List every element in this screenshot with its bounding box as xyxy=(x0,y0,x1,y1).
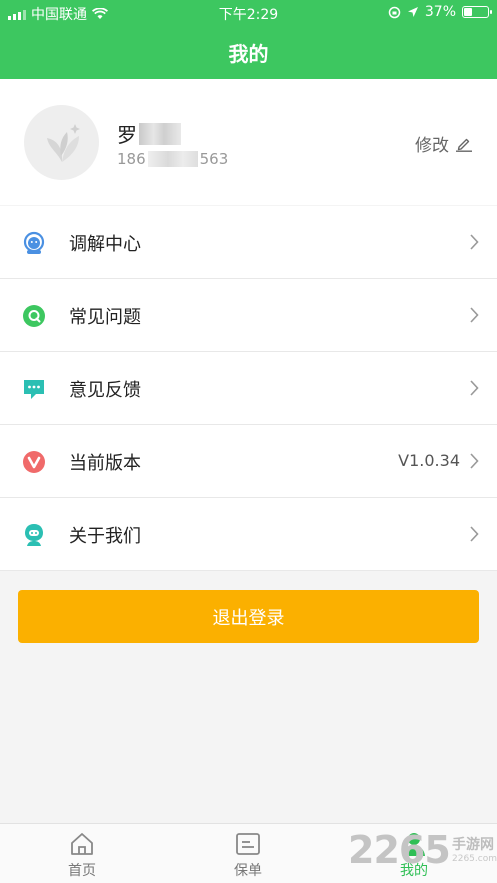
phone-mask xyxy=(147,151,198,167)
menu-item-current-version[interactable]: 当前版本 V1.0.34 xyxy=(0,425,497,498)
location-icon xyxy=(407,7,418,17)
battery-icon xyxy=(462,6,492,18)
question-icon xyxy=(23,305,45,327)
leaf-logo-icon xyxy=(46,123,80,162)
watermark-text: 手游网 xyxy=(452,837,494,853)
home-icon xyxy=(71,833,93,855)
menu-item-mediation-center[interactable]: 调解中心 xyxy=(0,206,497,279)
avatar[interactable] xyxy=(24,105,99,180)
settings-menu: 调解中心 常见问题 意见反馈 当前版本 V1.0.34 关于我们 xyxy=(0,206,497,571)
menu-item-about-us[interactable]: 关于我们 xyxy=(0,498,497,571)
name-mask xyxy=(139,122,181,145)
about-icon xyxy=(25,524,43,546)
edit-label: 修改 xyxy=(415,136,449,156)
battery-percent: 37% xyxy=(424,4,456,20)
watermark-url: 2265.com xyxy=(452,854,497,864)
feedback-icon xyxy=(24,380,44,399)
status-bar: 中国联通 下午2:29 37% xyxy=(0,0,497,26)
chevron-right-icon xyxy=(470,453,479,469)
user-phone: 186 563 xyxy=(117,150,229,168)
tab-policy[interactable]: 保单 xyxy=(208,832,288,880)
menu-item-label: 常见问题 xyxy=(69,307,141,328)
edit-profile-button[interactable]: 修改 xyxy=(415,131,473,156)
chevron-right-icon xyxy=(470,307,479,323)
menu-item-label: 关于我们 xyxy=(69,526,141,547)
tab-home[interactable]: 首页 xyxy=(42,832,122,880)
policy-icon xyxy=(236,833,260,855)
menu-item-faq[interactable]: 常见问题 xyxy=(0,279,497,352)
pencil-icon xyxy=(456,138,472,152)
page-title: 我的 xyxy=(228,42,269,66)
headset-icon xyxy=(23,231,45,254)
menu-item-label: 当前版本 xyxy=(69,453,141,474)
user-name: 罗 xyxy=(117,119,181,148)
version-icon xyxy=(23,451,45,473)
tab-label: 保单 xyxy=(234,863,262,879)
chevron-right-icon xyxy=(470,380,479,396)
tab-label: 首页 xyxy=(68,863,96,879)
logout-button[interactable]: 退出登录 xyxy=(18,590,479,643)
site-watermark: 2265 手游网 2265.com xyxy=(348,826,497,878)
menu-item-label: 意见反馈 xyxy=(69,380,141,401)
watermark-number: 2265 xyxy=(348,828,451,872)
rotation-lock-icon xyxy=(388,6,401,18)
menu-item-label: 调解中心 xyxy=(69,234,141,255)
app-header: 中国联通 下午2:29 37% 我的 xyxy=(0,0,497,79)
chevron-right-icon xyxy=(470,526,479,542)
menu-item-feedback[interactable]: 意见反馈 xyxy=(0,352,497,425)
chevron-right-icon xyxy=(470,234,479,250)
version-value: V1.0.34 xyxy=(398,451,460,470)
profile-card: 罗 186 563 修改 xyxy=(0,79,497,205)
